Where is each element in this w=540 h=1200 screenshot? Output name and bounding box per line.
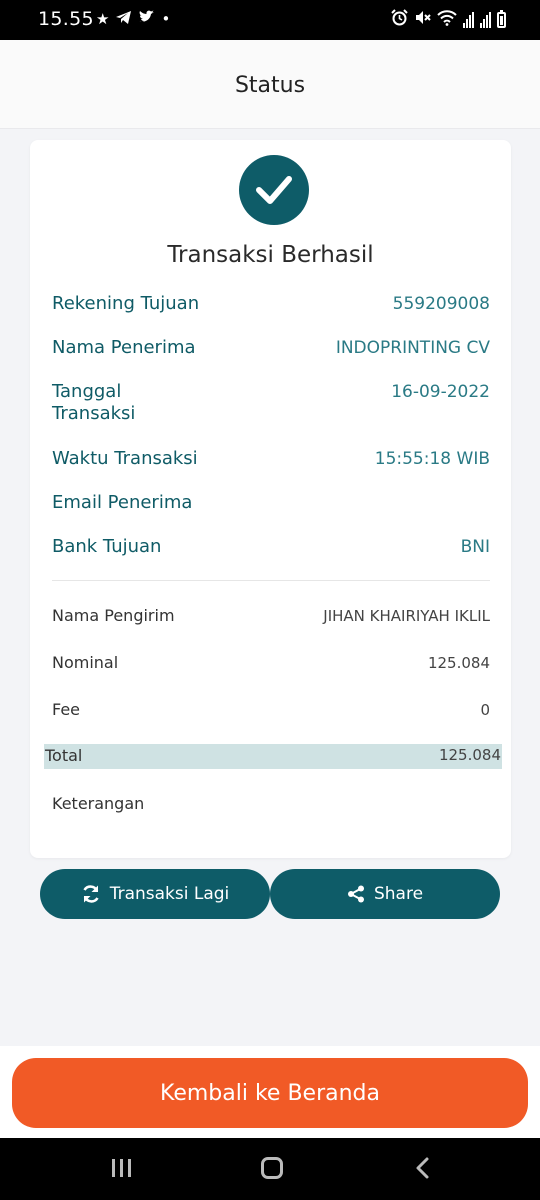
wifi-icon [437, 9, 457, 30]
telegram-icon [115, 10, 132, 29]
refresh-icon [81, 884, 101, 904]
share-icon [347, 885, 365, 903]
alarm-icon [391, 9, 408, 30]
detail-value: 15:55:18 WIB [374, 449, 490, 469]
status-bar: 15.55 ★ • [0, 0, 540, 40]
detail-label: Nama Penerima [52, 337, 196, 358]
share-button[interactable]: Share [270, 869, 500, 919]
total-value: 125.084 [438, 746, 501, 764]
detail-value: 16-09-2022 [391, 382, 490, 402]
recents-icon[interactable] [112, 1159, 131, 1177]
transaksi-lagi-button[interactable]: Transaksi Lagi [40, 869, 270, 919]
summary-value: 0 [480, 701, 490, 719]
page-title: Status [234, 73, 306, 98]
clock-time: 15.55 [38, 8, 94, 30]
kembali-ke-beranda-button[interactable]: Kembali ke Beranda [12, 1058, 528, 1128]
transaksi-lagi-label: Transaksi Lagi [109, 884, 230, 904]
back-icon[interactable] [414, 1156, 430, 1184]
notification-icons: ★ • [96, 9, 170, 29]
detail-label: Tanggal Transaksi [52, 381, 136, 424]
share-label: Share [373, 884, 424, 904]
detail-label: Waktu Transaksi [52, 448, 198, 469]
success-check-icon [239, 155, 309, 225]
detail-value: INDOPRINTING CV [335, 338, 490, 358]
notification-icon: ★ [96, 10, 110, 28]
summary-value: JIHAN KHAIRIYAH IKLIL [323, 607, 490, 625]
detail-label: Email Penerima [52, 492, 193, 513]
summary-label: Nominal [52, 653, 119, 672]
mute-icon [414, 9, 431, 30]
signal-icon [480, 11, 491, 28]
detail-label: Rekening Tujuan [52, 293, 200, 314]
signal-icon [463, 11, 474, 28]
detail-label: Bank Tujuan [52, 536, 162, 557]
summary-value: 125.084 [427, 654, 490, 672]
divider [52, 580, 490, 581]
summary-label: Fee [52, 700, 81, 719]
transaction-status-title: Transaksi Berhasil [167, 242, 374, 268]
detail-value: BNI [460, 537, 490, 557]
transaction-receipt-card: Transaksi Berhasil Rekening Tujuan 55920… [30, 140, 511, 858]
system-icons [391, 9, 506, 30]
twitter-icon [138, 10, 155, 29]
system-navigation-bar [0, 1138, 540, 1200]
summary-label: Nama Pengirim [52, 606, 175, 625]
page-header: Status [0, 40, 540, 129]
total-row: Total 125.084 [44, 744, 502, 769]
home-icon[interactable] [261, 1157, 283, 1179]
dot-icon: • [161, 10, 171, 28]
bottom-action-area: Kembali ke Beranda [0, 1046, 540, 1138]
note-label: Keterangan [52, 794, 145, 813]
total-label: Total [45, 746, 83, 765]
detail-value: 559209008 [392, 294, 490, 314]
battery-icon [497, 9, 506, 28]
